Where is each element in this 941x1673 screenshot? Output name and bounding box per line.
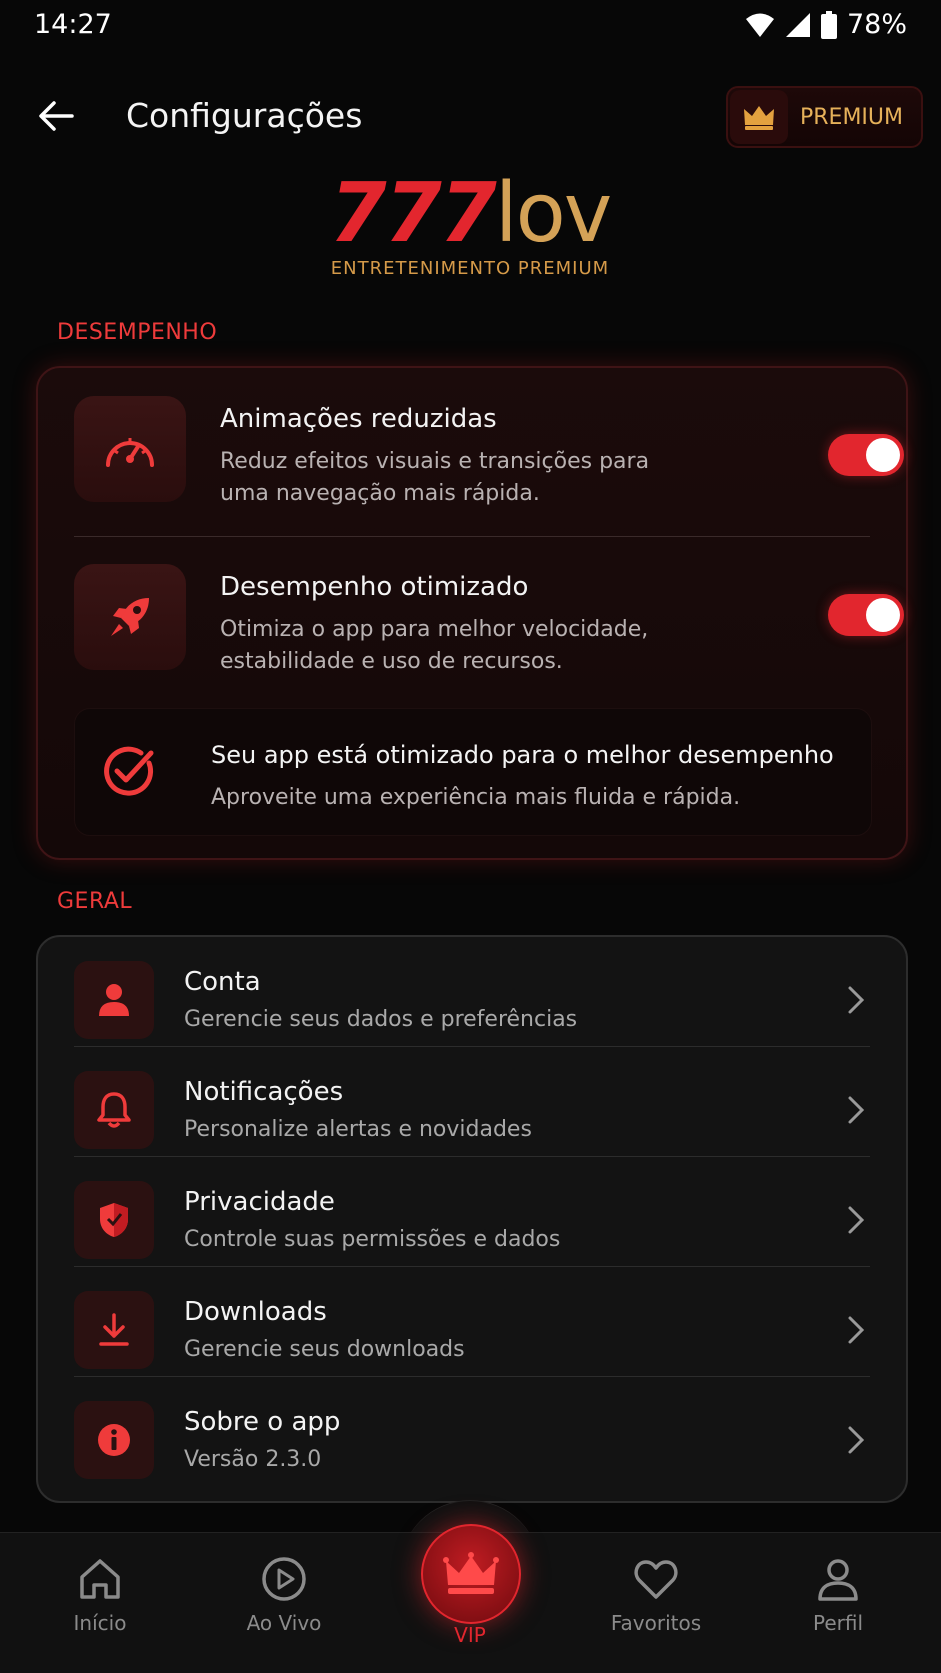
optimized-performance-toggle[interactable]: [828, 594, 904, 636]
crown-icon: [730, 90, 788, 144]
logo-word: lov: [494, 166, 612, 261]
battery-percent: 78%: [846, 9, 907, 40]
nav-label: Ao Vivo: [246, 1611, 322, 1635]
logo-tagline: ENTRETENIMENTO PREMIUM: [330, 258, 610, 279]
setting-title: Animações reduzidas: [220, 404, 497, 434]
nav-item-favorites[interactable]: Favoritos: [596, 1555, 716, 1655]
user-icon: [74, 961, 154, 1039]
arrow-left-icon: [39, 101, 74, 131]
menu-item-subtitle: Personalize alertas e novidades: [184, 1117, 532, 1142]
crown-icon: [443, 1552, 499, 1594]
vip-button[interactable]: [421, 1524, 521, 1624]
info-icon: [74, 1401, 154, 1479]
nav-item-profile[interactable]: Perfil: [778, 1555, 898, 1655]
menu-item-downloads[interactable]: Downloads Gerencie seus downloads: [74, 1267, 870, 1377]
status-description: Aproveite uma experiência mais fluida e …: [211, 785, 741, 810]
setting-description: Reduz efeitos visuais e transições para …: [220, 449, 650, 506]
status-icons: 78%: [745, 9, 907, 40]
menu-item-account[interactable]: Conta Gerencie seus dados e preferências: [74, 937, 870, 1047]
nav-item-live[interactable]: Ao Vivo: [224, 1555, 344, 1655]
menu-item-about[interactable]: Sobre o app Versão 2.3.0: [74, 1377, 870, 1487]
chevron-right-icon: [848, 1426, 865, 1454]
menu-item-subtitle: Gerencie seus dados e preferências: [184, 1007, 578, 1032]
status-time: 14:27: [34, 9, 112, 40]
back-button[interactable]: [36, 96, 84, 136]
status-bar: 14:27 78%: [0, 0, 941, 52]
premium-button[interactable]: PREMIUM: [726, 86, 923, 148]
nav-label-vip: VIP: [454, 1623, 486, 1647]
divider: [74, 536, 870, 537]
chevron-right-icon: [848, 1316, 865, 1344]
setting-optimized-performance: Desempenho otimizado Otimiza o app para …: [74, 564, 904, 674]
bell-icon: [74, 1071, 154, 1149]
reduced-animations-toggle[interactable]: [828, 434, 904, 476]
home-icon: [80, 1559, 120, 1599]
rocket-icon: [74, 564, 186, 670]
optimization-status: Seu app está otimizado para o melhor des…: [74, 708, 872, 836]
speedometer-icon: [74, 396, 186, 502]
toggle-knob: [866, 598, 900, 632]
setting-title: Desempenho otimizado: [220, 572, 529, 602]
nav-label: Início: [73, 1611, 127, 1635]
page-title: Configurações: [126, 96, 363, 135]
premium-label: PREMIUM: [800, 104, 904, 130]
header: Configurações PREMIUM: [0, 84, 941, 148]
menu-item-title: Notificações: [184, 1077, 344, 1107]
section-label-general: GERAL: [57, 889, 133, 914]
menu-item-privacy[interactable]: Privacidade Controle suas permissões e d…: [74, 1157, 870, 1267]
check-circle-icon: [101, 743, 157, 799]
setting-reduced-animations: Animações reduzidas Reduz efeitos visuai…: [74, 396, 904, 506]
chevron-right-icon: [848, 986, 865, 1014]
menu-item-title: Downloads: [184, 1297, 327, 1327]
download-icon: [74, 1291, 154, 1369]
menu-item-title: Privacidade: [184, 1187, 335, 1217]
chevron-right-icon: [848, 1096, 865, 1124]
person-icon: [818, 1559, 858, 1601]
chevron-right-icon: [848, 1206, 865, 1234]
nav-item-home[interactable]: Início: [40, 1555, 160, 1655]
menu-item-notifications[interactable]: Notificações Personalize alertas e novid…: [74, 1047, 870, 1157]
heart-icon: [634, 1560, 678, 1599]
nav-label: Perfil: [812, 1611, 864, 1635]
wifi-icon: [745, 13, 774, 37]
logo-number: 777: [329, 166, 497, 261]
section-label-performance: DESEMPENHO: [57, 320, 218, 345]
app-logo: 777lov ENTRETENIMENTO PREMIUM: [310, 172, 630, 292]
setting-description: Otimiza o app para melhor velocidade, es…: [220, 617, 649, 674]
menu-item-subtitle: Versão 2.3.0: [184, 1447, 322, 1472]
performance-card: Animações reduzidas Reduz efeitos visuai…: [36, 366, 908, 860]
menu-item-subtitle: Gerencie seus downloads: [184, 1337, 465, 1362]
battery-icon: [820, 10, 837, 39]
menu-item-title: Conta: [184, 967, 261, 997]
general-card: Conta Gerencie seus dados e preferências…: [36, 935, 908, 1503]
menu-item-title: Sobre o app: [184, 1407, 341, 1437]
shield-icon: [74, 1181, 154, 1259]
play-circle-icon: [262, 1557, 306, 1601]
status-title: Seu app está otimizado para o melhor des…: [211, 741, 834, 769]
signal-icon: [785, 12, 810, 37]
menu-item-subtitle: Controle suas permissões e dados: [184, 1227, 561, 1252]
toggle-knob: [866, 438, 900, 472]
nav-label: Favoritos: [610, 1611, 702, 1635]
